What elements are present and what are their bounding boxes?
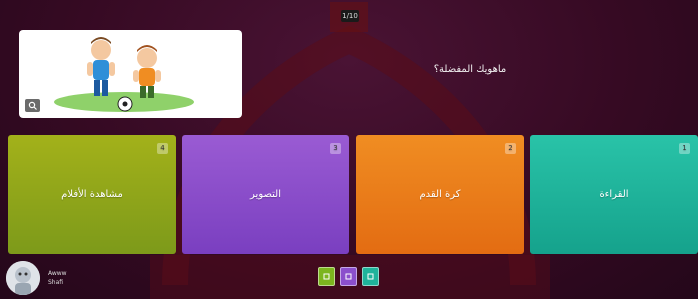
magnifier-icon: [28, 101, 37, 110]
zoom-button[interactable]: [25, 99, 40, 112]
square-icon: [345, 273, 352, 280]
player-name: Awww: [48, 270, 67, 277]
square-icon: [323, 273, 330, 280]
answer-label: مشاهدة الأفلام: [61, 189, 123, 200]
answer-option-reading[interactable]: 1 القراءة: [530, 135, 698, 254]
nav-button-2[interactable]: [340, 267, 357, 286]
answer-badge: 4: [157, 143, 168, 154]
answer-option-photography[interactable]: 3 التصوير: [182, 135, 349, 254]
answer-badge: 3: [330, 143, 341, 154]
footer-bar: Awww Shafi: [0, 255, 698, 299]
answer-label: القراءة: [599, 189, 629, 200]
question-text: ماهويك المفضلة؟: [433, 64, 507, 75]
nav-button-3[interactable]: [362, 267, 379, 286]
answer-label: كرة القدم: [419, 189, 461, 200]
question-image: [19, 30, 242, 118]
question-counter: 1/10: [341, 10, 359, 22]
answer-option-movies[interactable]: 4 مشاهدة الأفلام: [8, 135, 176, 254]
kids-soccer-illustration: [54, 37, 194, 112]
robot-avatar-icon: [6, 261, 40, 295]
answer-label: التصوير: [250, 189, 281, 200]
square-icon: [367, 273, 374, 280]
nav-button-1[interactable]: [318, 267, 335, 286]
answer-badge: 1: [679, 143, 690, 154]
avatar: [6, 261, 40, 295]
answer-options: 4 مشاهدة الأفلام 3 التصوير 2 كرة القدم 1…: [0, 135, 698, 255]
answer-badge: 2: [505, 143, 516, 154]
question-nav: [318, 267, 379, 286]
player-subtitle: Shafi: [48, 279, 64, 286]
player-info: Awww Shafi: [48, 269, 67, 287]
answer-option-football[interactable]: 2 كرة القدم: [356, 135, 524, 254]
